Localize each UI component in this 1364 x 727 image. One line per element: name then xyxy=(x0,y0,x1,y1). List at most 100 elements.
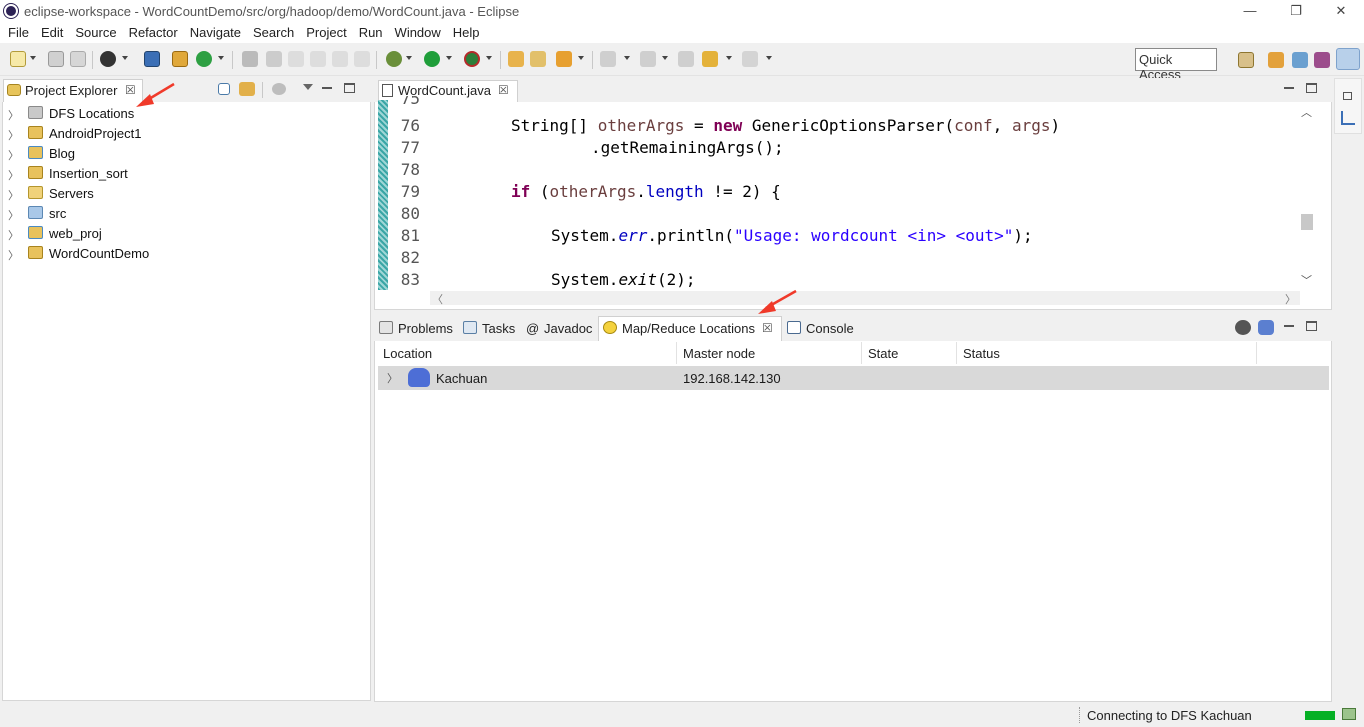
maximize-icon[interactable] xyxy=(344,83,355,93)
chevron-down-icon[interactable] xyxy=(486,56,492,60)
account-icon[interactable] xyxy=(100,51,116,67)
progress-view-icon[interactable] xyxy=(1342,708,1356,720)
view-menu-icon[interactable] xyxy=(303,84,313,90)
chevron-left-icon[interactable]: 〈 xyxy=(432,291,443,307)
back-arrow-icon[interactable] xyxy=(702,51,718,67)
mapreduce-perspective-icon[interactable] xyxy=(1336,48,1360,70)
chevron-up-icon[interactable]: ︿ xyxy=(1301,104,1312,120)
table-row[interactable]: 〉 Kachuan 192.168.142.130 xyxy=(378,366,1329,390)
chevron-right-icon[interactable]: 〉 xyxy=(8,187,19,203)
code-line-79[interactable]: if (otherArgs.length != 2) { xyxy=(511,182,781,201)
code-line-83[interactable]: System.exit(2); xyxy=(551,270,696,289)
block-icon[interactable] xyxy=(310,51,326,67)
chevron-down-icon[interactable] xyxy=(766,56,772,60)
previous-annotation-icon[interactable] xyxy=(640,51,656,67)
chevron-right-icon[interactable]: 〉 xyxy=(8,227,19,243)
tab-console[interactable]: Console xyxy=(787,320,857,336)
menu-edit[interactable]: Edit xyxy=(37,22,67,43)
code-line-77[interactable]: .getRemainingArgs(); xyxy=(591,138,784,157)
menu-project[interactable]: Project xyxy=(302,22,350,43)
java-perspective-icon[interactable] xyxy=(1292,52,1308,68)
save-icon[interactable] xyxy=(48,51,64,67)
close-button[interactable]: ✕ xyxy=(1318,0,1364,22)
forward-arrow-icon[interactable] xyxy=(742,51,758,67)
tree-item-blog[interactable]: 〉 Blog xyxy=(8,144,358,164)
tree-item-src[interactable]: 〉 src xyxy=(8,204,358,224)
package-icon[interactable] xyxy=(172,51,188,67)
chevron-down-icon[interactable] xyxy=(406,56,412,60)
column-header-master-node[interactable]: Master node xyxy=(683,346,755,361)
close-icon[interactable]: ☒ xyxy=(498,83,509,97)
tree-item-wordcountdemo[interactable]: 〉 WordCountDemo xyxy=(8,244,358,264)
paragraph-icon[interactable] xyxy=(354,51,370,67)
chevron-right-icon[interactable]: 〉 xyxy=(1285,291,1296,307)
tree-item-androidproject1[interactable]: 〉 AndroidProject1 xyxy=(8,124,358,144)
chevron-down-icon[interactable] xyxy=(624,56,630,60)
menu-run[interactable]: Run xyxy=(355,22,387,43)
menu-source[interactable]: Source xyxy=(71,22,120,43)
tab-map-reduce-label-group[interactable]: Map/Reduce Locations ☒ xyxy=(603,320,778,336)
chevron-down-icon[interactable] xyxy=(122,56,128,60)
tree-item-dfs-locations[interactable]: 〉 DFS Locations xyxy=(8,104,358,124)
minimize-icon[interactable] xyxy=(1284,325,1294,327)
debug-perspective-icon[interactable] xyxy=(1314,52,1330,68)
editor-horizontal-scrollbar[interactable] xyxy=(430,291,1300,305)
restore-button[interactable]: ❐ xyxy=(1273,0,1319,22)
menu-file[interactable]: File xyxy=(4,22,33,43)
tab-tasks[interactable]: Tasks xyxy=(463,320,523,336)
menu-window[interactable]: Window xyxy=(391,22,445,43)
scrollbar-thumb[interactable] xyxy=(1301,214,1313,230)
maximize-icon[interactable] xyxy=(1306,83,1317,93)
restore-icon[interactable] xyxy=(1343,92,1352,100)
maximize-icon[interactable] xyxy=(1306,321,1317,331)
tree-item-insertion-sort[interactable]: 〉 Insertion_sort xyxy=(8,164,358,184)
code-line-81[interactable]: System.err.println("Usage: wordcount <in… xyxy=(551,226,1033,245)
pen-icon[interactable] xyxy=(266,51,282,67)
menu-refactor[interactable]: Refactor xyxy=(125,22,182,43)
save-all-icon[interactable] xyxy=(70,51,86,67)
open-folder-icon[interactable] xyxy=(530,51,546,67)
chevron-right-icon[interactable]: 〉 xyxy=(8,147,19,163)
pin-icon[interactable] xyxy=(242,51,258,67)
editor-vertical-scrollbar[interactable] xyxy=(1300,102,1314,292)
format-icon[interactable] xyxy=(288,51,304,67)
quick-access-field[interactable]: Quick Access xyxy=(1135,48,1217,82)
link-with-editor-icon[interactable] xyxy=(239,82,255,96)
menu-help[interactable]: Help xyxy=(449,22,484,43)
chevron-right-icon[interactable]: 〉 xyxy=(8,247,19,263)
tree-item-web-proj[interactable]: 〉 web_proj xyxy=(8,224,358,244)
minimize-icon[interactable] xyxy=(322,87,332,89)
column-header-status[interactable]: Status xyxy=(963,346,1000,361)
coverage-icon[interactable] xyxy=(464,51,480,67)
hadoop-elephant-icon[interactable] xyxy=(1258,320,1274,335)
new-location-icon[interactable] xyxy=(1235,320,1251,335)
chevron-right-icon[interactable]: 〉 xyxy=(8,207,19,223)
filter-icon[interactable] xyxy=(272,83,286,95)
menu-navigate[interactable]: Navigate xyxy=(186,22,245,43)
chevron-right-icon[interactable]: 〉 xyxy=(8,107,19,123)
last-edit-icon[interactable] xyxy=(678,51,694,67)
java-ee-perspective-icon[interactable] xyxy=(1268,52,1284,68)
run-icon[interactable] xyxy=(424,51,440,67)
chevron-down-icon[interactable] xyxy=(218,56,224,60)
chevron-down-icon[interactable] xyxy=(30,56,36,60)
tab-problems[interactable]: Problems xyxy=(379,320,459,336)
code-line-76[interactable]: String[] otherArgs = new GenericOptionsP… xyxy=(511,116,1060,135)
minimize-button[interactable]: — xyxy=(1227,0,1273,22)
progress-bar[interactable] xyxy=(1305,711,1335,720)
chevron-right-icon[interactable]: 〉 xyxy=(387,370,398,386)
chevron-down-icon[interactable] xyxy=(578,56,584,60)
chevron-down-icon[interactable] xyxy=(726,56,732,60)
collapse-all-icon[interactable] xyxy=(218,83,230,95)
new-icon[interactable] xyxy=(10,51,26,67)
open-type-icon[interactable] xyxy=(508,51,524,67)
refresh-icon[interactable] xyxy=(196,51,212,67)
outline-icon[interactable] xyxy=(1341,111,1355,125)
close-icon[interactable]: ☒ xyxy=(762,321,773,335)
open-perspective-icon[interactable] xyxy=(1238,52,1254,68)
next-annotation-icon[interactable] xyxy=(600,51,616,67)
chevron-right-icon[interactable]: 〉 xyxy=(8,127,19,143)
chevron-right-icon[interactable]: 〉 xyxy=(8,167,19,183)
menu-search[interactable]: Search xyxy=(249,22,298,43)
document-icon[interactable] xyxy=(332,51,348,67)
